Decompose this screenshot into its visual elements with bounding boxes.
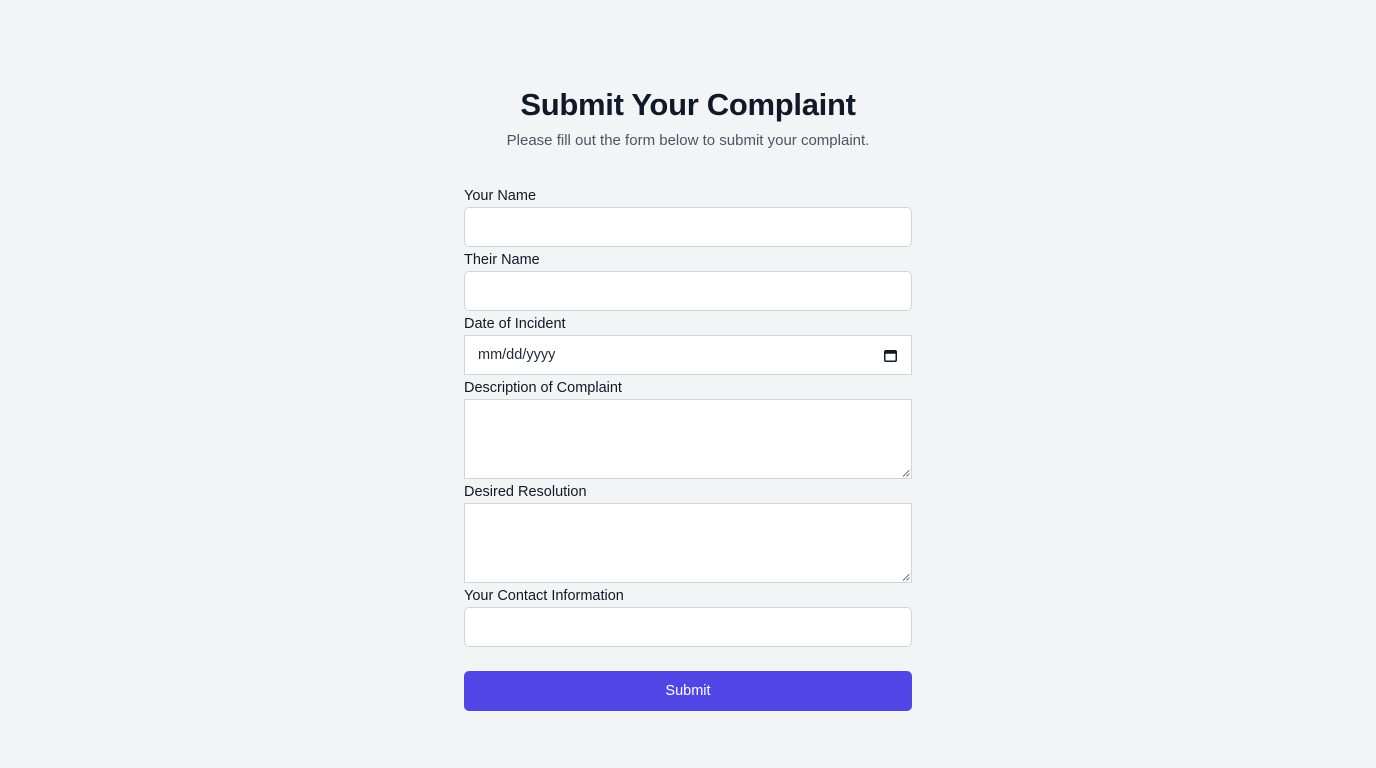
date-of-incident-label: Date of Incident — [464, 316, 566, 332]
resize-handle-icon[interactable] — [902, 469, 910, 477]
complaint-page: Submit Your Complaint Please fill out th… — [0, 0, 1376, 768]
resize-handle-icon[interactable] — [902, 573, 910, 581]
submit-button[interactable]: Submit — [464, 671, 912, 711]
their-name-input[interactable] — [464, 271, 912, 311]
date-of-incident-field: Date of Incident mm/dd/yyyy — [464, 311, 912, 375]
their-name-field: Their Name — [464, 247, 912, 311]
date-placeholder: mm/dd/yyyy — [478, 347, 556, 363]
contact-info-field: Your Contact Information — [464, 583, 912, 647]
description-textarea[interactable] — [464, 399, 912, 479]
your-name-input[interactable] — [464, 207, 912, 247]
description-label: Description of Complaint — [464, 380, 622, 396]
desired-resolution-label: Desired Resolution — [464, 484, 587, 500]
date-of-incident-input[interactable]: mm/dd/yyyy — [464, 335, 912, 375]
contact-info-label: Your Contact Information — [464, 588, 624, 604]
your-name-field: Your Name — [464, 183, 912, 247]
desired-resolution-field: Desired Resolution — [464, 479, 912, 583]
description-field: Description of Complaint — [464, 375, 912, 479]
complaint-form: Your Name Their Name Date of Incident mm… — [464, 183, 912, 711]
desired-resolution-textarea[interactable] — [464, 503, 912, 583]
calendar-icon[interactable] — [884, 349, 897, 362]
page-subtitle: Please fill out the form below to submit… — [506, 132, 870, 149]
contact-info-input[interactable] — [464, 607, 912, 647]
your-name-label: Your Name — [464, 188, 537, 204]
their-name-label: Their Name — [464, 252, 540, 268]
page-title: Submit Your Complaint — [520, 87, 856, 122]
